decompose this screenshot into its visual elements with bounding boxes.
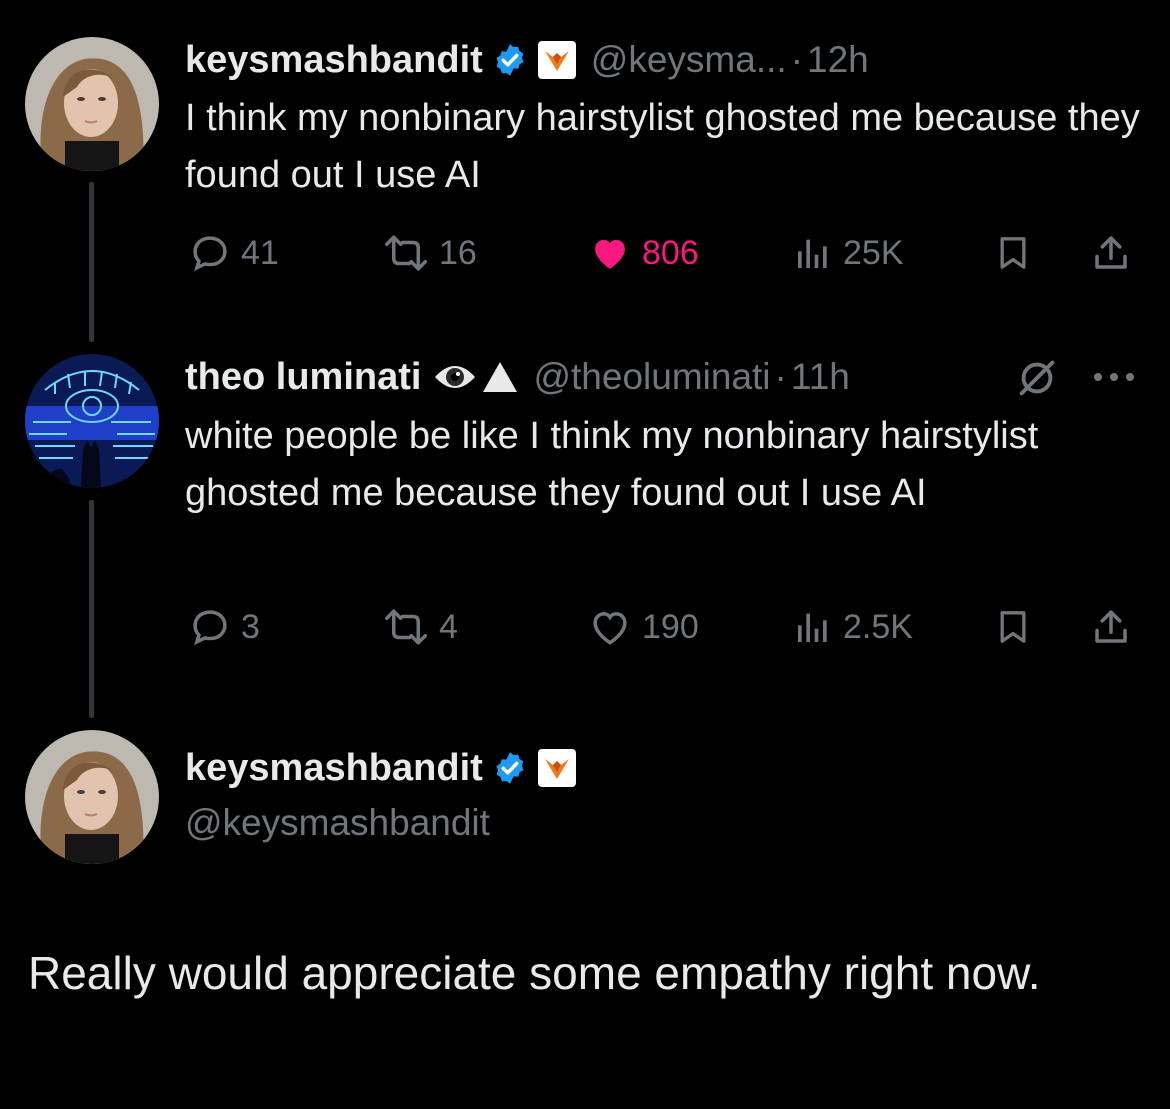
display-name[interactable]: keysmashbandit — [185, 39, 483, 82]
display-name[interactable]: theo luminati — [185, 356, 421, 399]
tweet-text: white people be like I think my nonbinar… — [185, 415, 1039, 514]
like-count: 190 — [642, 607, 699, 646]
reply-count: 41 — [241, 233, 279, 272]
retweet-icon — [385, 609, 427, 645]
avatar[interactable] — [25, 730, 159, 864]
like-button[interactable]: 190 — [588, 602, 699, 652]
bookmark-icon — [1000, 237, 1026, 269]
post-handle-row: @keysmashbandit — [185, 798, 490, 848]
fox-badge-icon[interactable] — [537, 748, 577, 788]
tweet-header: keysmashbandit @keysma... · 12h — [185, 35, 869, 85]
grok-icon[interactable] — [1014, 355, 1060, 406]
bookmark-icon — [1000, 611, 1026, 643]
timestamp[interactable]: 11h — [791, 356, 850, 398]
retweet-button[interactable]: 16 — [383, 228, 477, 278]
retweet-count: 16 — [439, 233, 477, 272]
share-button[interactable] — [1090, 228, 1132, 278]
share-icon — [1095, 610, 1127, 643]
retweet-icon — [385, 235, 427, 271]
post-header: keysmashbandit — [185, 743, 577, 793]
views-icon — [798, 613, 827, 642]
separator: · — [774, 356, 787, 397]
views-count: 2.5K — [843, 607, 913, 646]
post-text: Really would appreciate some empathy rig… — [28, 947, 1041, 999]
share-icon — [1095, 236, 1127, 269]
tweet-text: I think my nonbinary hairstylist ghosted… — [185, 97, 1140, 196]
fox-badge-icon[interactable] — [537, 40, 577, 80]
retweet-button[interactable]: 4 — [383, 602, 458, 652]
reply-button[interactable]: 3 — [189, 602, 260, 652]
share-button[interactable] — [1090, 602, 1132, 652]
handle[interactable]: @keysmashbandit — [185, 802, 490, 844]
retweet-count: 4 — [439, 607, 458, 646]
bookmark-button[interactable] — [993, 228, 1033, 278]
like-button[interactable]: 806 — [588, 228, 699, 278]
handle[interactable]: @keysma... — [591, 39, 787, 81]
action-bar: 41 16 806 25K — [185, 228, 1140, 278]
thread-line — [89, 182, 94, 342]
more-icon[interactable] — [1090, 362, 1138, 397]
action-bar: 3 4 190 2.5K — [185, 602, 1140, 652]
verified-badge-icon[interactable] — [492, 750, 528, 786]
views-button[interactable]: 2.5K — [793, 602, 913, 652]
bookmark-button[interactable] — [993, 602, 1033, 652]
eye-emoji-icon — [433, 357, 477, 397]
avatar[interactable] — [25, 37, 159, 171]
avatar[interactable] — [25, 354, 159, 488]
reply-icon — [193, 236, 227, 272]
views-icon — [798, 239, 827, 268]
triangle-emoji-icon — [481, 360, 519, 394]
thread-line — [89, 500, 94, 718]
separator: · — [790, 39, 804, 80]
reply-count: 3 — [241, 607, 260, 646]
views-count: 25K — [843, 233, 904, 272]
like-count: 806 — [642, 233, 699, 272]
reply-button[interactable]: 41 — [189, 228, 279, 278]
tweet-header: theo luminati @theoluminati · 11h — [185, 352, 850, 402]
verified-badge-icon[interactable] — [492, 42, 528, 78]
handle[interactable]: @theoluminati — [533, 356, 770, 398]
reply-icon — [193, 610, 227, 646]
heart-icon — [593, 612, 627, 645]
heart-icon — [595, 239, 625, 269]
timestamp[interactable]: 12h — [807, 39, 869, 81]
display-name[interactable]: keysmashbandit — [185, 747, 483, 790]
views-button[interactable]: 25K — [793, 228, 904, 278]
